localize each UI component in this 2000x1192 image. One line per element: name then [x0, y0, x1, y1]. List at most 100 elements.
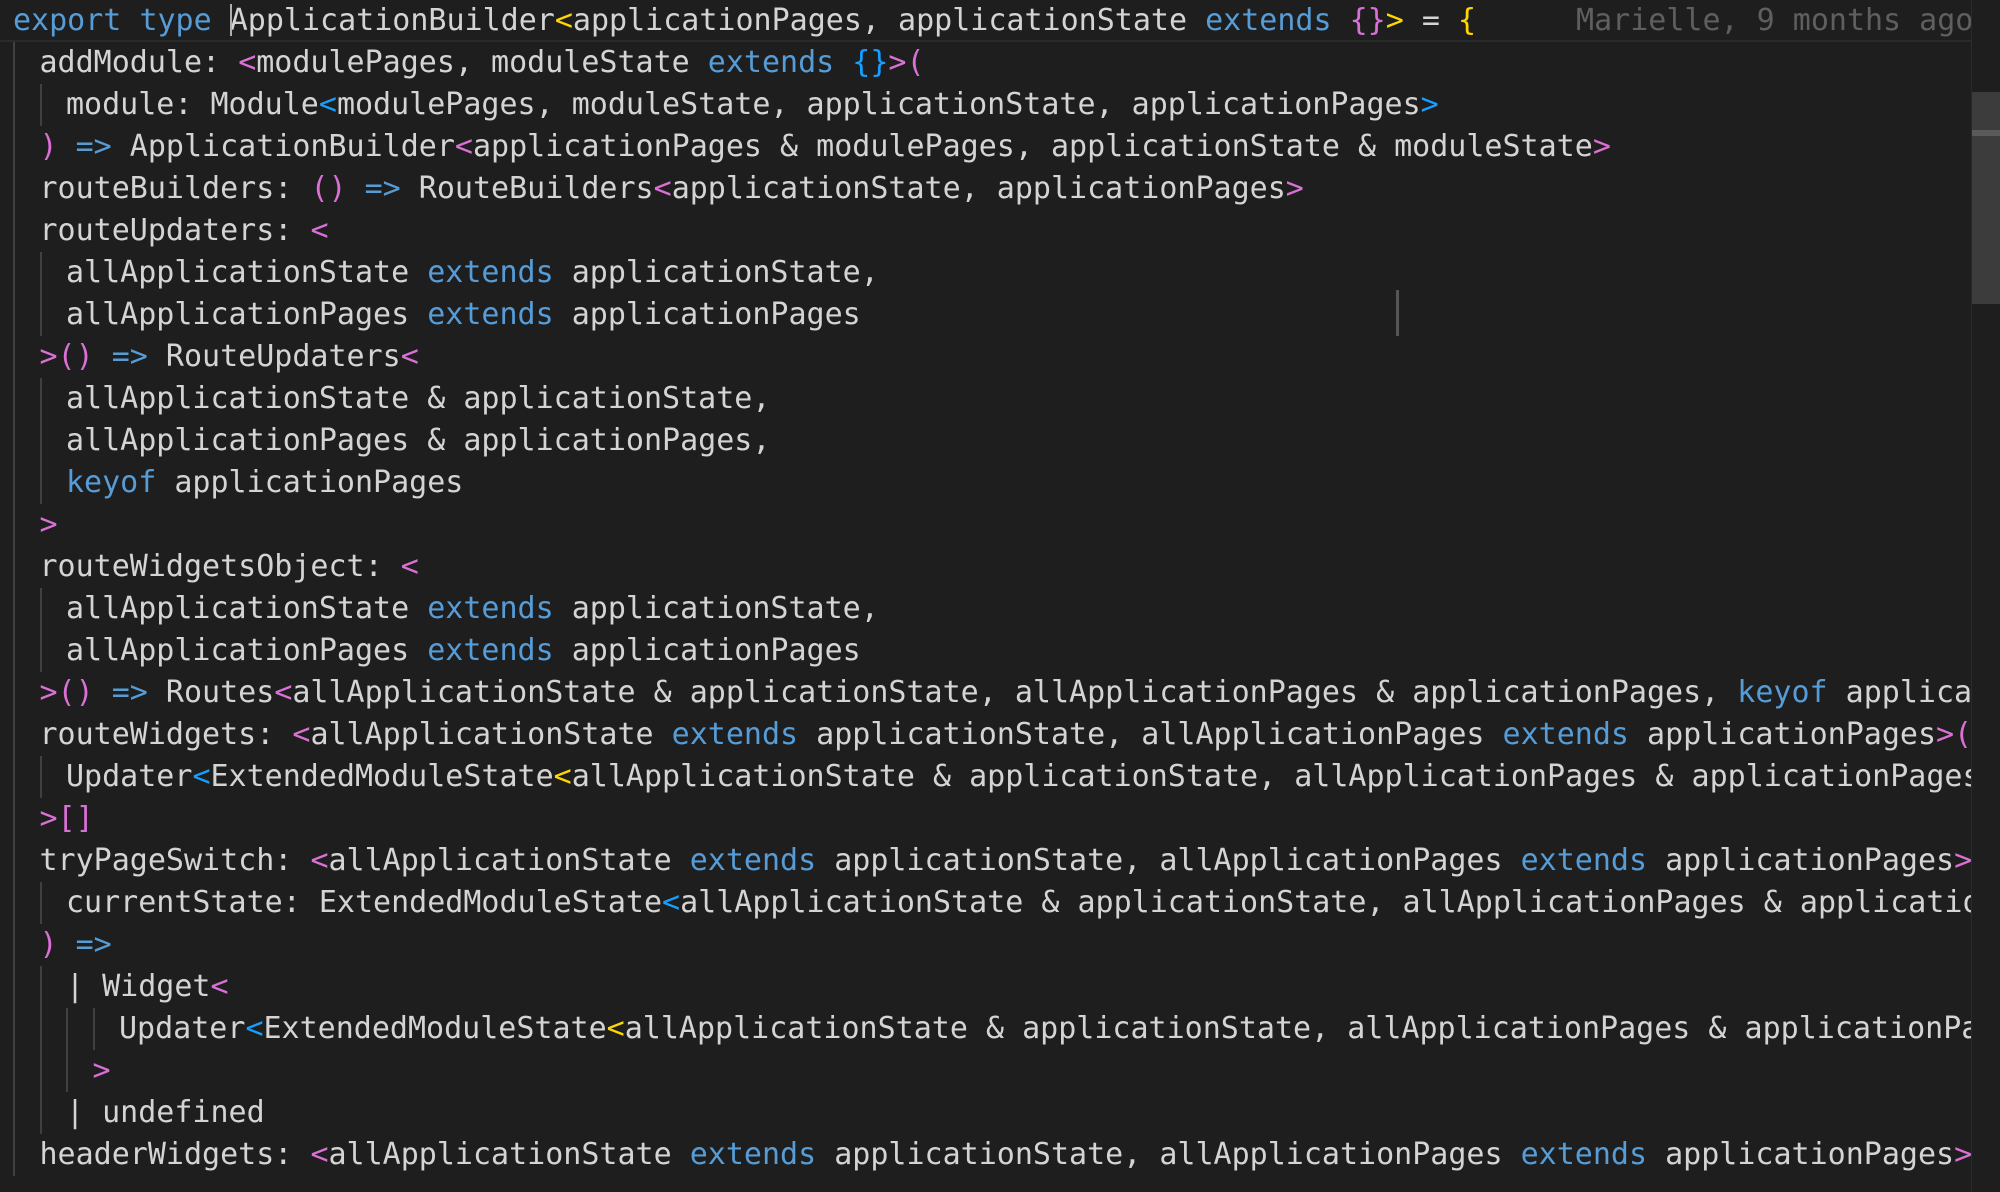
code-line[interactable]: | undefined	[0, 1092, 1976, 1134]
code-line[interactable]: addModule: <modulePages, moduleState ext…	[0, 42, 1976, 84]
indent-guide	[13, 714, 15, 756]
indent-guide	[13, 672, 15, 714]
code-token: <	[662, 885, 681, 920]
code-token: =>	[364, 171, 401, 206]
code-token: currentState: ExtendedModuleState	[66, 885, 663, 920]
code-line[interactable]: ) =>	[0, 924, 1976, 966]
indent-guide	[39, 252, 42, 294]
code-line[interactable]: keyof applicationPages	[0, 462, 1976, 504]
code-token: >	[1420, 87, 1439, 122]
indent-guide	[39, 378, 42, 420]
indent-guide	[39, 630, 42, 672]
code-line[interactable]: routeBuilders: () => RouteBuilders<appli…	[0, 168, 1976, 210]
indent-guide	[39, 84, 42, 126]
code-token: <	[606, 1011, 625, 1046]
indent-guide	[13, 126, 15, 168]
code-token: ()	[310, 171, 347, 206]
indent-guide	[39, 462, 42, 504]
code-token: )	[39, 927, 58, 962]
indent-guide	[39, 882, 42, 924]
code-token: Updater	[119, 1011, 246, 1046]
code-line[interactable]: >[]	[0, 798, 1976, 840]
code-line[interactable]: allApplicationState extends applicationS…	[0, 252, 1976, 294]
vertical-scrollbar[interactable]	[1971, 0, 2000, 1192]
code-token: modulePages, moduleState, applicationSta…	[336, 87, 1421, 122]
code-token: allApplicationPages & applicationPages,	[66, 423, 771, 458]
code-line[interactable]: tryPageSwitch: <allApplicationState exte…	[0, 840, 1976, 882]
code-token: =>	[75, 129, 112, 164]
code-line[interactable]: Updater<ExtendedModuleState<allApplicati…	[0, 756, 1976, 798]
code-editor[interactable]: export type ApplicationBuilder<applicati…	[0, 0, 2000, 1192]
code-token: >	[39, 507, 58, 542]
indent-guide	[13, 252, 15, 294]
code-line[interactable]: allApplicationState & applicationState,	[0, 378, 1976, 420]
code-token: <	[274, 675, 293, 710]
scrollbar-thumb[interactable]	[1972, 92, 2000, 304]
code-token: allApplicationState	[310, 717, 672, 752]
code-token: extends	[689, 843, 817, 878]
code-token: keyof	[66, 465, 157, 500]
code-token: <	[400, 339, 419, 374]
indent-guide	[39, 1008, 42, 1050]
code-line[interactable]: allApplicationPages extends applicationP…	[0, 630, 1976, 672]
code-token: extends	[671, 717, 799, 752]
code-token: >()	[39, 339, 94, 374]
code-token: <	[310, 843, 329, 878]
code-token: applicationPages	[1647, 843, 1955, 878]
code-line[interactable]: export type ApplicationBuilder<applicati…	[0, 0, 1976, 42]
code-line[interactable]: >	[0, 504, 1976, 546]
indent-guide	[39, 588, 42, 630]
code-token: ApplicationBuilder	[229, 3, 555, 38]
code-line[interactable]: ) => ApplicationBuilder<applicationPages…	[0, 126, 1976, 168]
code-token: allApplicationState	[66, 591, 428, 626]
code-line[interactable]: routeUpdaters: <	[0, 210, 1976, 252]
code-line[interactable]: routeWidgetsObject: <	[0, 546, 1976, 588]
code-token: applicationState, allApplicationPages	[816, 843, 1521, 878]
code-token: <	[192, 759, 211, 794]
code-line[interactable]: allApplicationState extends applicationS…	[0, 588, 1976, 630]
code-token: =>	[75, 927, 112, 962]
indent-guide	[13, 630, 15, 672]
code-line[interactable]: allApplicationPages & applicationPages,	[0, 420, 1976, 462]
code-line[interactable]: currentState: ExtendedModuleState<allApp…	[0, 882, 1976, 924]
indent-guide	[39, 966, 42, 1008]
code-token: applicationPages	[1647, 1137, 1955, 1172]
code-line[interactable]: >() => Routes<allApplicationState & appl…	[0, 672, 1976, 714]
code-token: routeWidgetsObject:	[39, 549, 401, 584]
code-line[interactable]: | Widget<	[0, 966, 1976, 1008]
code-token: export	[13, 3, 122, 38]
code-line[interactable]: >	[0, 1050, 1976, 1092]
code-token: addModule:	[39, 45, 239, 80]
code-lines[interactable]: export type ApplicationBuilder<applicati…	[0, 0, 1976, 1176]
code-token: applicationPages	[553, 297, 861, 332]
indent-guide	[13, 588, 15, 630]
scrollbar-cursor-marker	[1972, 130, 2000, 136]
code-token: <	[554, 3, 573, 38]
code-token: <	[318, 87, 337, 122]
code-line[interactable]: headerWidgets: <allApplicationState exte…	[0, 1134, 1976, 1176]
code-line[interactable]: module: Module<modulePages, moduleState,…	[0, 84, 1976, 126]
code-token: headerWidgets:	[39, 1137, 311, 1172]
code-line[interactable]: allApplicationPages extends applicationP…	[0, 294, 1976, 336]
code-token: applicationState,	[553, 591, 879, 626]
code-token: applicationPages	[156, 465, 464, 500]
indent-guide	[13, 882, 15, 924]
code-token: extends	[427, 297, 554, 332]
code-token: extends	[1205, 3, 1332, 38]
code-token: allApplicationState & applicationState, …	[680, 885, 1976, 920]
indent-guide	[39, 1050, 42, 1092]
indent-guide	[92, 1008, 95, 1050]
code-token: type	[139, 3, 212, 38]
indent-guide	[39, 294, 42, 336]
code-token: allApplicationState	[66, 255, 428, 290]
indent-guide	[13, 546, 15, 588]
code-line[interactable]: routeWidgets: <allApplicationState exten…	[0, 714, 1976, 756]
code-line[interactable]: Updater<ExtendedModuleState<allApplicati…	[0, 1008, 1976, 1050]
code-token: <	[553, 759, 572, 794]
code-line[interactable]: >() => RouteUpdaters<	[0, 336, 1976, 378]
code-token: Updater	[66, 759, 193, 794]
